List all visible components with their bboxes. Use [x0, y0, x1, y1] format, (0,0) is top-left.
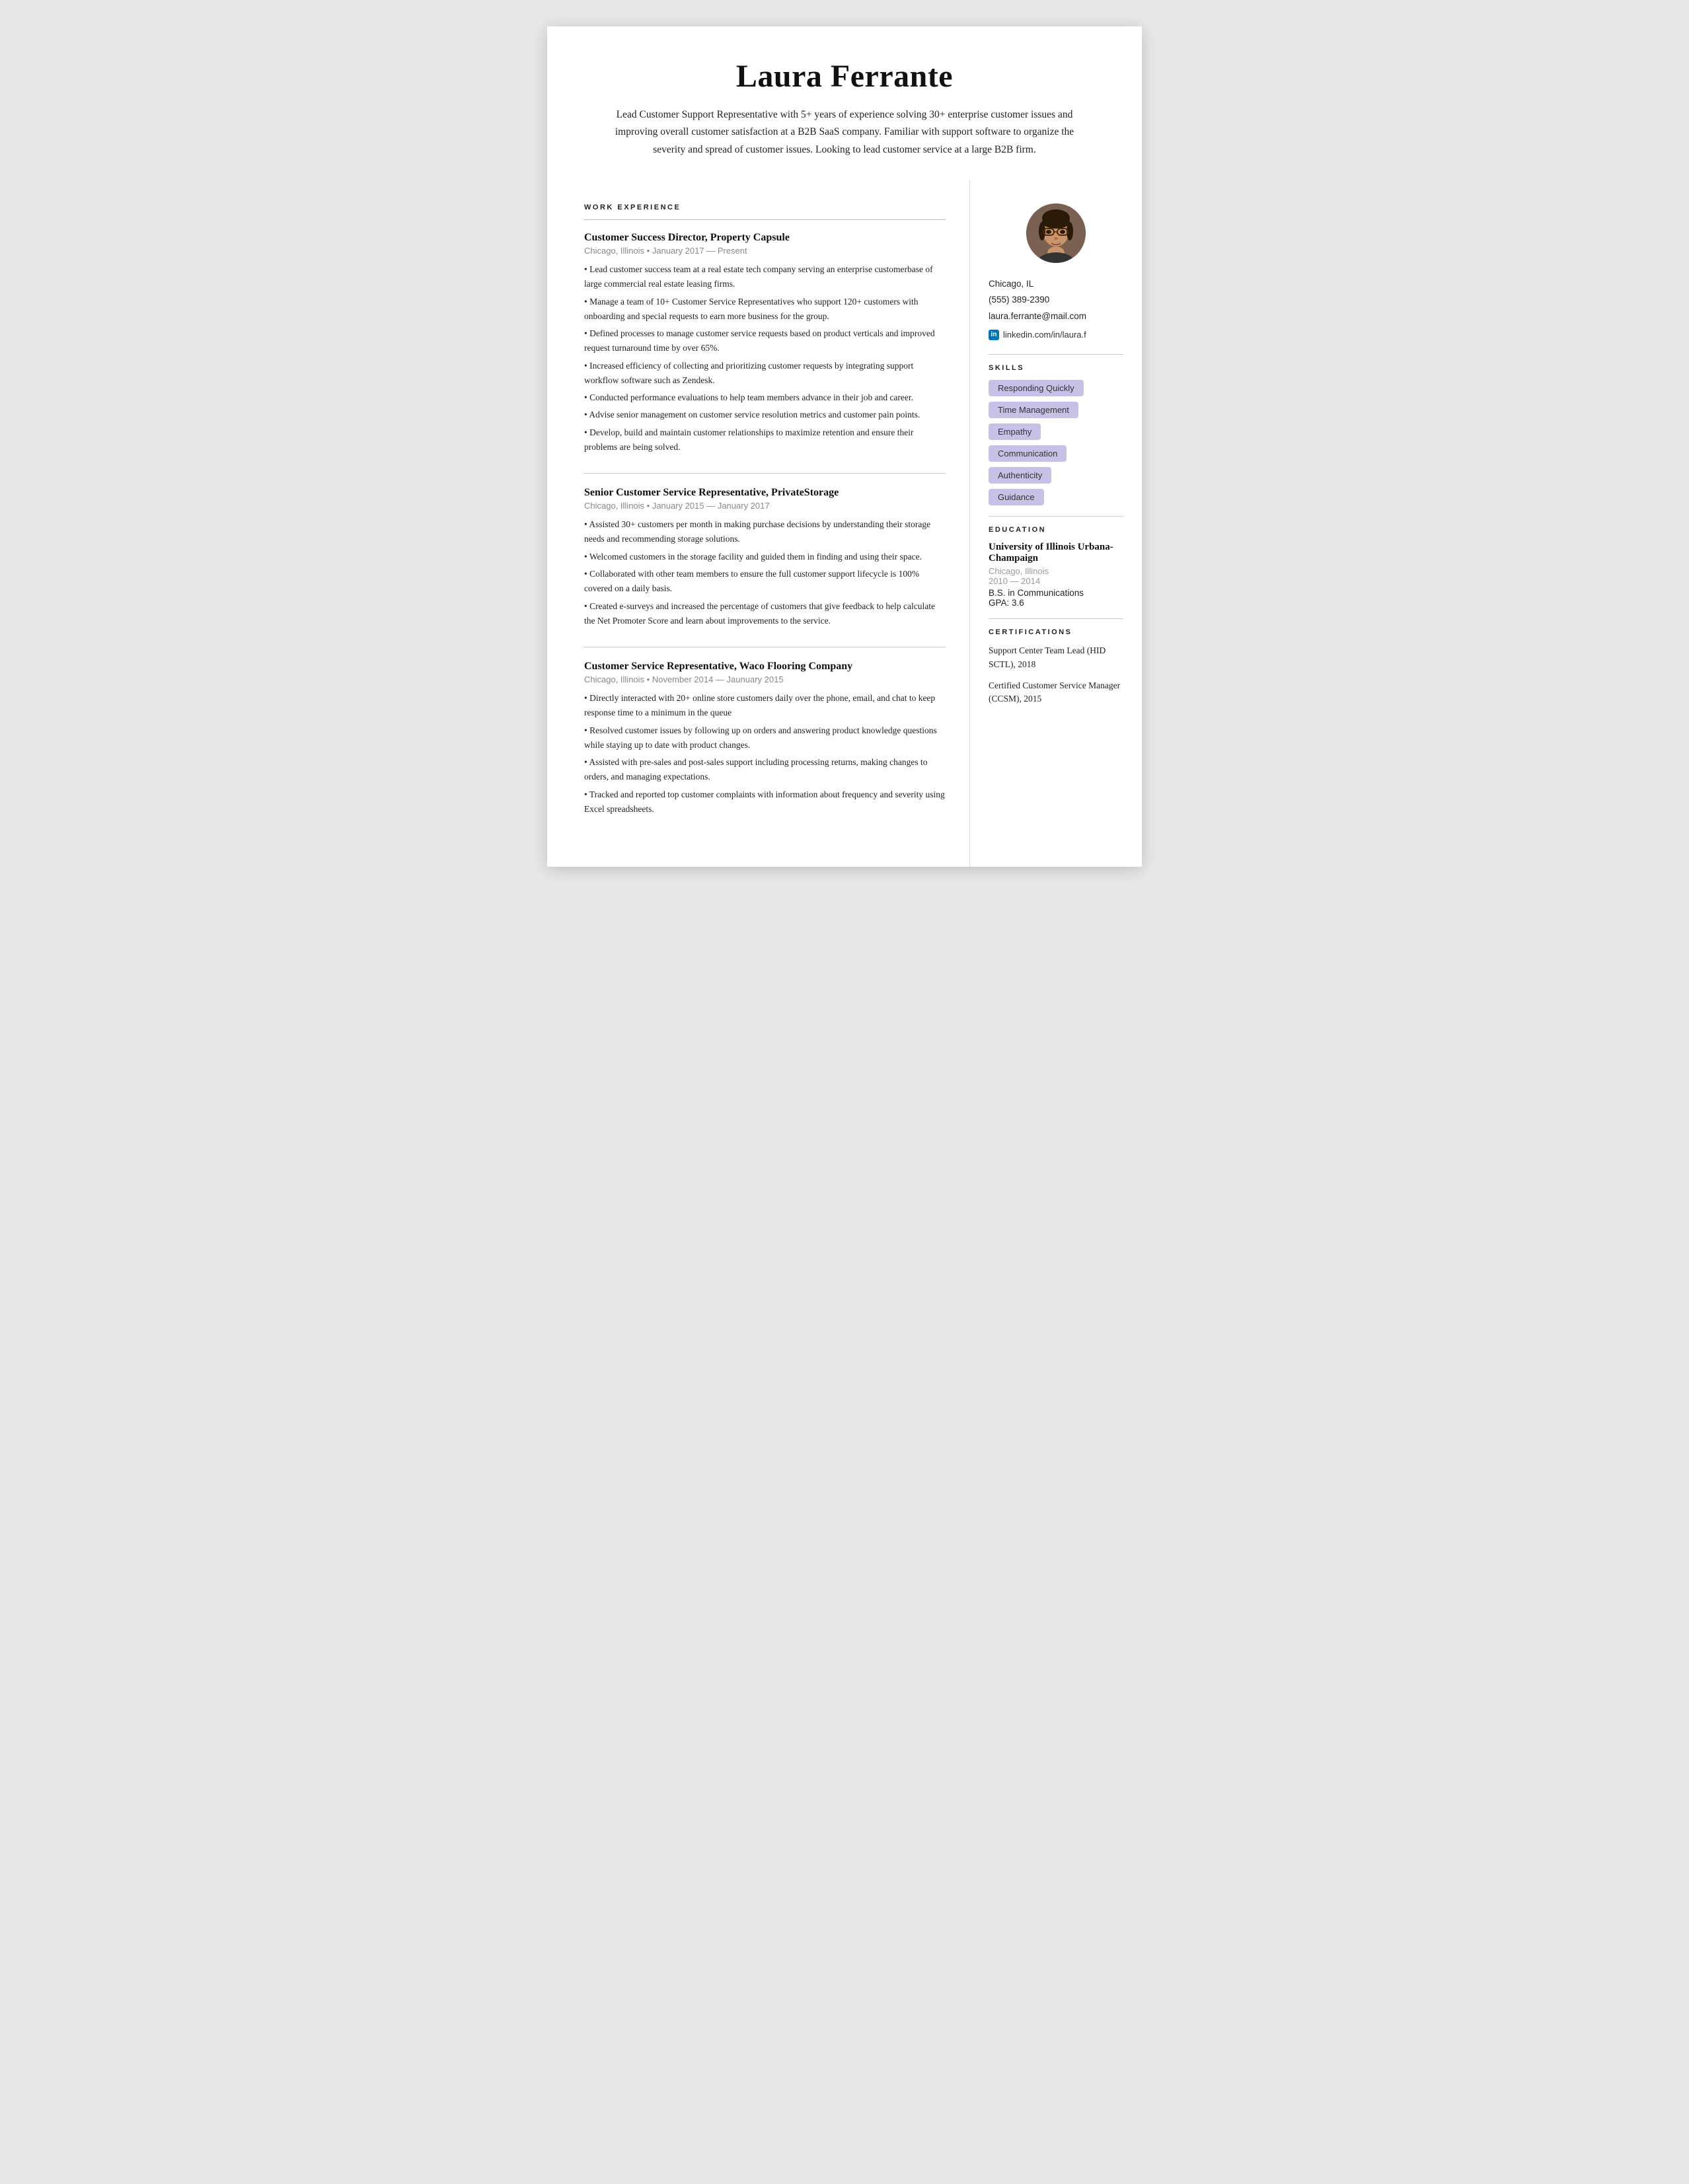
- education-label: EDUCATION: [989, 526, 1123, 534]
- job-block-1: Customer Success Director, Property Caps…: [584, 232, 946, 455]
- job-block-3: Customer Service Representative, Waco Fl…: [584, 661, 946, 817]
- avatar-svg: [1026, 203, 1086, 263]
- bullet-2-3: • Collaborated with other team members t…: [584, 567, 946, 597]
- bullet-2-1: • Assisted 30+ customers per month in ma…: [584, 517, 946, 547]
- skill-4: Communication: [989, 445, 1067, 462]
- skill-5: Authenticity: [989, 467, 1051, 484]
- bullet-3-3: • Assisted with pre-sales and post-sales…: [584, 755, 946, 785]
- linkedin-row: in linkedin.com/in/laura.f: [989, 327, 1123, 342]
- job-meta-1: Chicago, Illinois • January 2017 — Prese…: [584, 246, 946, 256]
- job-block-2: Senior Customer Service Representative, …: [584, 487, 946, 628]
- job-meta-3: Chicago, Illinois • November 2014 — Jaun…: [584, 674, 946, 684]
- candidate-name: Laura Ferrante: [600, 58, 1089, 94]
- work-experience-divider: [584, 219, 946, 220]
- cert-1: Support Center Team Lead (HID SCTL), 201…: [989, 644, 1123, 671]
- candidate-summary: Lead Customer Support Representative wit…: [607, 106, 1082, 159]
- job-bullets-2: • Assisted 30+ customers per month in ma…: [584, 517, 946, 628]
- bullet-3-1: • Directly interacted with 20+ online st…: [584, 691, 946, 721]
- contact-info: Chicago, IL (555) 389-2390 laura.ferrant…: [989, 276, 1123, 342]
- linkedin-icon: in: [989, 330, 999, 340]
- job-bullets-1: • Lead customer success team at a real e…: [584, 262, 946, 455]
- certifications-label: CERTIFICATIONS: [989, 628, 1123, 636]
- job-title-1: Customer Success Director, Property Caps…: [584, 232, 946, 244]
- edu-school: University of Illinois Urbana-Champaign: [989, 542, 1123, 564]
- sidebar-divider-2: [989, 516, 1123, 517]
- edu-gpa: GPA: 3.6: [989, 598, 1123, 608]
- bullet-3-4: • Tracked and reported top customer comp…: [584, 787, 946, 817]
- skills-list: Responding Quickly Time Management Empat…: [989, 380, 1123, 505]
- bullet-1-4: • Increased efficiency of collecting and…: [584, 359, 946, 388]
- job-title-2: Senior Customer Service Representative, …: [584, 487, 946, 499]
- sidebar-divider-3: [989, 618, 1123, 619]
- skill-1: Responding Quickly: [989, 380, 1084, 396]
- avatar: [1026, 203, 1086, 263]
- contact-city: Chicago, IL: [989, 276, 1123, 292]
- avatar-wrap: [989, 203, 1123, 263]
- resume-header: Laura Ferrante Lead Customer Support Rep…: [547, 26, 1142, 180]
- bullet-2-4: • Created e-surveys and increased the pe…: [584, 599, 946, 629]
- skill-6: Guidance: [989, 489, 1044, 505]
- edu-years: 2010 — 2014: [989, 576, 1123, 586]
- linkedin-handle: linkedin.com/in/laura.f: [1003, 327, 1086, 342]
- skills-label: SKILLS: [989, 364, 1123, 372]
- contact-phone: (555) 389-2390: [989, 292, 1123, 308]
- job-title-3: Customer Service Representative, Waco Fl…: [584, 661, 946, 673]
- bullet-1-3: • Defined processes to manage customer s…: [584, 326, 946, 356]
- bullet-1-6: • Advise senior management on customer s…: [584, 408, 946, 422]
- resume-body: WORK EXPERIENCE Customer Success Directo…: [547, 180, 1142, 867]
- bullet-1-7: • Develop, build and maintain customer r…: [584, 425, 946, 455]
- job-divider-1: [584, 473, 946, 474]
- contact-email: laura.ferrante@mail.com: [989, 309, 1123, 324]
- skill-2: Time Management: [989, 402, 1078, 418]
- job-bullets-3: • Directly interacted with 20+ online st…: [584, 691, 946, 817]
- bullet-1-5: • Conducted performance evaluations to h…: [584, 390, 946, 405]
- main-column: WORK EXPERIENCE Customer Success Directo…: [547, 180, 970, 867]
- sidebar-divider-1: [989, 354, 1123, 355]
- cert-2: Certified Customer Service Manager (CCSM…: [989, 679, 1123, 706]
- skill-3: Empathy: [989, 423, 1041, 440]
- bullet-1-1: • Lead customer success team at a real e…: [584, 262, 946, 292]
- bullet-3-2: • Resolved customer issues by following …: [584, 723, 946, 753]
- edu-location: Chicago, Illinois: [989, 566, 1123, 576]
- resume-paper: Laura Ferrante Lead Customer Support Rep…: [547, 26, 1142, 867]
- bullet-2-2: • Welcomed customers in the storage faci…: [584, 550, 946, 564]
- edu-degree: B.S. in Communications: [989, 588, 1123, 598]
- job-meta-2: Chicago, Illinois • January 2015 — Janua…: [584, 501, 946, 511]
- sidebar-column: Chicago, IL (555) 389-2390 laura.ferrant…: [970, 180, 1142, 745]
- work-experience-label: WORK EXPERIENCE: [584, 203, 946, 211]
- bullet-1-2: • Manage a team of 10+ Customer Service …: [584, 295, 946, 324]
